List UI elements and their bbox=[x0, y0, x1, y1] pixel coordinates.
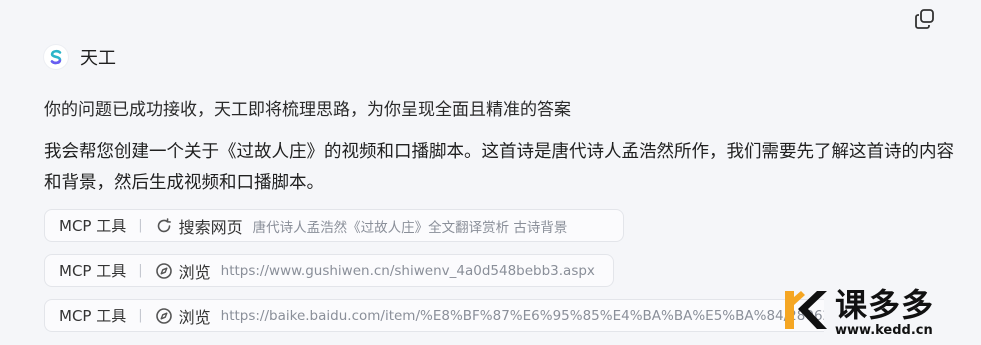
divider: | bbox=[138, 308, 143, 323]
compass-icon bbox=[155, 262, 173, 280]
watermark-url: www.kedd.cn bbox=[835, 323, 933, 338]
status-message: 你的问题已成功接收，天工即将梳理思路，为你呈现全面且精准的答案 bbox=[44, 100, 571, 120]
assistant-header: 天工 bbox=[44, 44, 116, 70]
tool-action-label: 搜索网页 bbox=[178, 217, 243, 237]
divider: | bbox=[138, 218, 143, 233]
divider: | bbox=[138, 263, 143, 278]
tool-call-search[interactable]: MCP 工具 | 搜索网页 唐代诗人孟浩然《过故人庄》全文翻译赏析 古诗背景 bbox=[44, 209, 624, 242]
tool-action-label: 浏览 bbox=[178, 262, 211, 282]
copy-button[interactable] bbox=[910, 6, 940, 32]
watermark-name: 课多多 bbox=[835, 286, 935, 324]
compass-icon bbox=[155, 307, 173, 325]
assistant-name: 天工 bbox=[80, 48, 116, 69]
tool-type-label: MCP 工具 bbox=[59, 262, 127, 280]
tool-type-label: MCP 工具 bbox=[59, 217, 127, 235]
tool-url: https://www.gushiwen.cn/shiwenv_4a0d548b… bbox=[220, 262, 595, 279]
assistant-message: 我会帮您创建一个关于《过故人庄》的视频和口播脚本。这首诗是唐代诗人孟浩然所作，我… bbox=[44, 142, 954, 193]
tool-call-browse[interactable]: MCP 工具 | 浏览 https://baike.baidu.com/item… bbox=[44, 299, 824, 332]
tool-type-label: MCP 工具 bbox=[59, 307, 127, 325]
tool-query: 唐代诗人孟浩然《过故人庄》全文翻译赏析 古诗背景 bbox=[252, 219, 568, 236]
watermark: 课多多 www.kedd.cn bbox=[781, 287, 981, 345]
tool-action-label: 浏览 bbox=[178, 307, 211, 327]
copy-icon bbox=[915, 9, 934, 29]
watermark-logo-icon bbox=[785, 291, 827, 329]
tiangong-logo-icon bbox=[44, 45, 68, 69]
tool-call-browse[interactable]: MCP 工具 | 浏览 https://www.gushiwen.cn/shiw… bbox=[44, 254, 614, 287]
tool-url: https://baike.baidu.com/item/%E8%BF%87%E… bbox=[220, 307, 824, 324]
refresh-icon bbox=[155, 217, 173, 235]
